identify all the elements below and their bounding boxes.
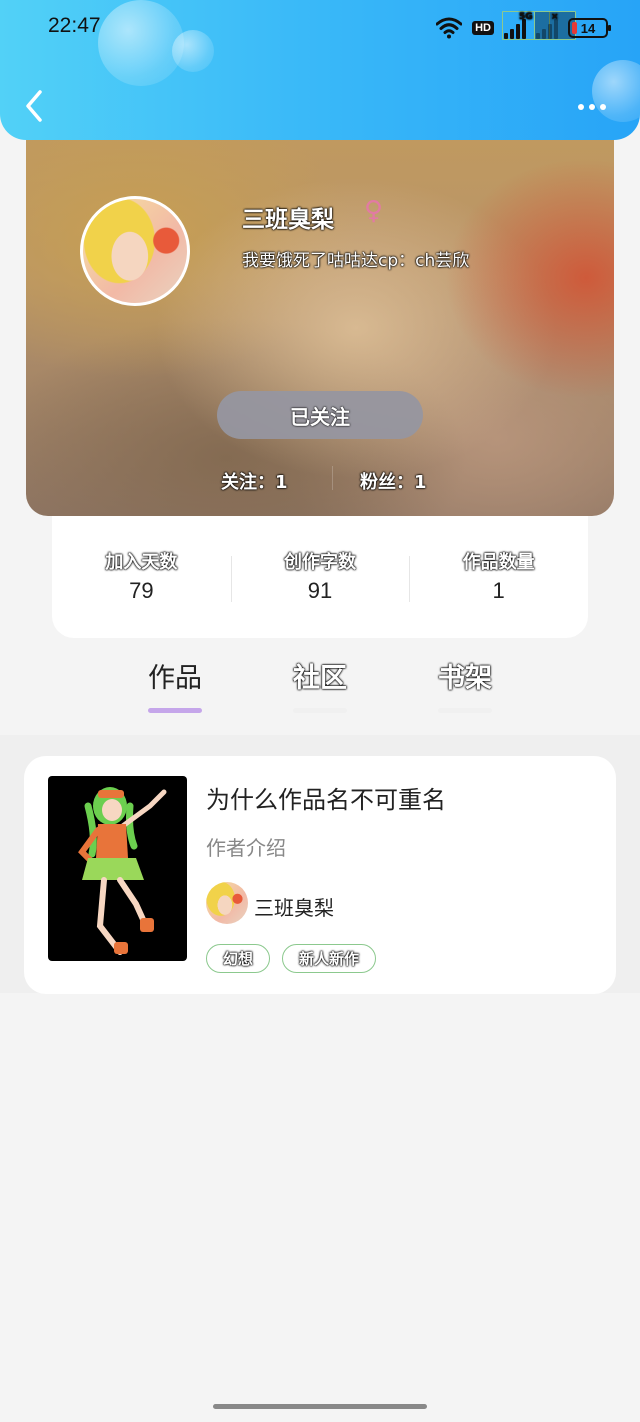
back-button[interactable] xyxy=(20,86,50,126)
battery-level: 14 xyxy=(580,20,596,36)
status-icons: HD 5G × 14 xyxy=(436,11,611,42)
author-name: 三班臭梨 xyxy=(254,896,334,920)
tab-label: 书架 xyxy=(438,663,492,694)
home-indicator[interactable] xyxy=(213,1404,427,1409)
divider xyxy=(332,466,333,490)
following-count[interactable]: 关注：1 xyxy=(221,468,288,494)
work-description: 作者介绍 xyxy=(206,836,286,860)
cover-illustration xyxy=(78,787,167,955)
stat-value: 91 xyxy=(307,578,333,603)
tag-fantasy[interactable]: 幻想 xyxy=(206,944,271,973)
work-cover-image[interactable] xyxy=(48,776,187,961)
work-title[interactable]: 为什么作品名不可重名 xyxy=(206,780,446,815)
stats-card: 加入天数 79 创作字数 91 作品数量 1 xyxy=(52,514,588,638)
more-dots-icon xyxy=(600,104,606,110)
tab-works[interactable]: 作品 xyxy=(140,656,210,713)
author-avatar xyxy=(206,882,248,924)
signal-5g-icon: 5G xyxy=(502,11,550,40)
tab-label: 社区 xyxy=(293,663,347,694)
stat-value: 79 xyxy=(129,578,154,603)
profile-avatar[interactable] xyxy=(80,196,190,306)
work-card[interactable]: 为什么作品名不可重名 作者介绍 三班臭梨 幻想 新人新作 xyxy=(24,756,616,994)
stat-works-count: 作品数量 1 xyxy=(409,548,588,604)
tab-bookshelf[interactable]: 书架 xyxy=(430,656,500,713)
profile-hero: 三班臭梨 ♀ 我要饿死了咕咕达cp：ch芸欣 已关注 关注：1 粉丝：1 xyxy=(26,118,614,516)
stat-word-count: 创作字数 91 xyxy=(230,548,410,604)
tag-new-author[interactable]: 新人新作 xyxy=(282,944,377,973)
more-dots-icon xyxy=(589,104,595,110)
stat-label: 加入天数 xyxy=(105,552,178,573)
tab-community[interactable]: 社区 xyxy=(285,656,355,713)
more-button[interactable] xyxy=(578,96,612,118)
status-time: 22:47 xyxy=(48,14,101,37)
hd-icon: HD xyxy=(472,21,494,35)
profile-bio: 我要饿死了咕咕达cp：ch芸欣 xyxy=(242,251,470,271)
wifi-icon xyxy=(436,17,463,39)
decorative-bubble xyxy=(172,30,214,72)
followers-count[interactable]: 粉丝：1 xyxy=(360,468,427,494)
top-app-bar: 22:47 HD 5G × 14 xyxy=(0,0,640,140)
decorative-bubble xyxy=(98,0,184,86)
stat-join-days: 加入天数 79 xyxy=(52,548,231,604)
tab-indicator xyxy=(148,708,202,713)
work-tags: 幻想 新人新作 xyxy=(206,944,377,973)
tab-indicator xyxy=(293,708,347,713)
follow-button[interactable]: 已关注 xyxy=(217,391,423,439)
battery-icon: 14 xyxy=(568,18,611,38)
stat-label: 创作字数 xyxy=(284,552,356,573)
chevron-left-icon xyxy=(26,90,42,122)
more-dots-icon xyxy=(578,104,584,110)
tab-label: 作品 xyxy=(148,663,202,694)
stat-label: 作品数量 xyxy=(462,552,535,573)
stat-value: 1 xyxy=(492,578,505,603)
gender-female-icon: ♀ xyxy=(364,196,384,226)
profile-tabs: 作品 社区 书架 xyxy=(0,650,640,730)
tab-indicator xyxy=(438,708,492,713)
signal-icon: × xyxy=(534,11,576,40)
profile-name: 三班臭梨 xyxy=(242,207,334,233)
